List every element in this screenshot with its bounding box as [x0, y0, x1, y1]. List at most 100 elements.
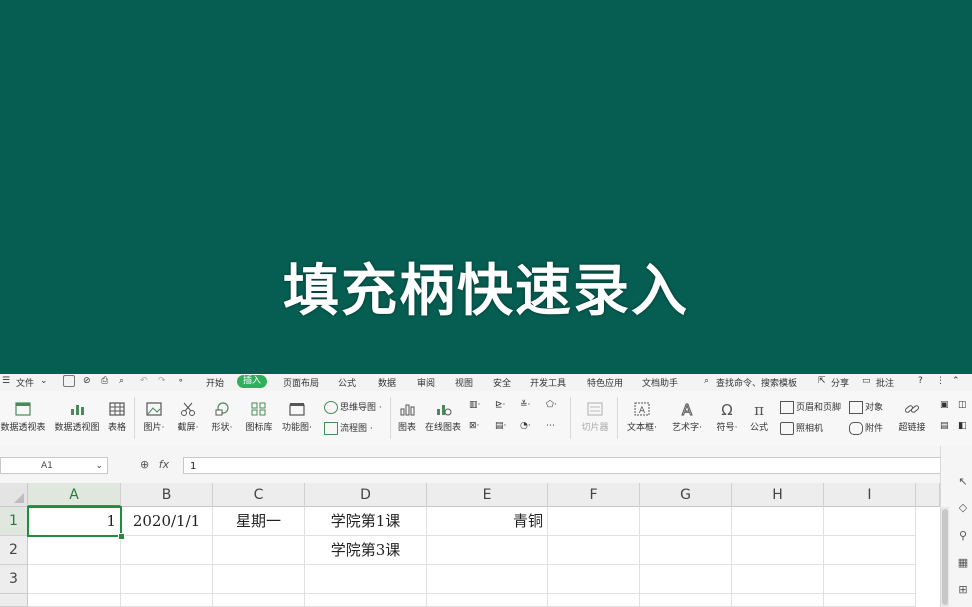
tab-insert[interactable]: 插入: [237, 375, 268, 388]
cell-b2[interactable]: [121, 536, 213, 565]
column-header-d[interactable]: D: [305, 483, 427, 507]
chart-button[interactable]: 图表: [396, 401, 418, 433]
cell-b3[interactable]: [121, 565, 213, 594]
row-header-2[interactable]: 2: [0, 536, 28, 565]
comment-button[interactable]: 批注: [876, 376, 894, 389]
tab-formula[interactable]: 公式: [338, 376, 356, 389]
cell-f3[interactable]: [548, 565, 640, 594]
column-header-g[interactable]: G: [640, 483, 732, 507]
tab-security[interactable]: 安全: [493, 376, 511, 389]
cell-g2[interactable]: [640, 536, 732, 565]
cell-g3[interactable]: [640, 565, 732, 594]
hamburger-icon[interactable]: ☰: [2, 376, 10, 386]
cell-g4[interactable]: [640, 594, 732, 607]
more-icon[interactable]: ∘: [178, 376, 184, 386]
flowchart-button[interactable]: 流程图 ·: [324, 421, 373, 435]
cell-e3[interactable]: [427, 565, 548, 594]
column-header-i[interactable]: I: [824, 483, 916, 507]
icon-library-button[interactable]: 图标库: [244, 401, 274, 433]
cell-h3[interactable]: [732, 565, 824, 594]
bar-group-icon[interactable]: ▤·: [495, 421, 506, 431]
table-button[interactable]: 表格: [106, 401, 128, 433]
command-search[interactable]: 查找命令、搜索模板: [716, 376, 797, 389]
cell-h2[interactable]: [732, 536, 824, 565]
column-header-b[interactable]: B: [121, 483, 213, 507]
attachment-button[interactable]: 附件: [849, 421, 883, 435]
header-footer-button[interactable]: 页眉和页脚: [780, 400, 841, 414]
online-chart-button[interactable]: 在线图表: [423, 401, 463, 433]
cell-c2[interactable]: [213, 536, 305, 565]
picture-button[interactable]: 图片·: [141, 401, 167, 433]
cell-a2[interactable]: [28, 536, 121, 565]
tab-review[interactable]: 审阅: [417, 376, 435, 389]
cell-a3[interactable]: [28, 565, 121, 594]
cell-h1[interactable]: [732, 507, 824, 536]
format-painter-icon[interactable]: ⊘: [83, 376, 91, 386]
cell-i4[interactable]: [824, 594, 916, 607]
fill-handle[interactable]: [118, 533, 125, 540]
cell-f4[interactable]: [548, 594, 640, 607]
cell-b1[interactable]: 2020/1/1: [121, 507, 213, 536]
cell-a4[interactable]: [28, 594, 121, 607]
cell-c3[interactable]: [213, 565, 305, 594]
row-header-3[interactable]: 3: [0, 565, 28, 594]
select-all-corner[interactable]: [0, 483, 28, 507]
formula-input[interactable]: 1: [183, 457, 950, 474]
more-charts-icon[interactable]: ⋯: [546, 421, 555, 431]
mind-map-button[interactable]: 思维导图 ·: [324, 400, 382, 414]
column-header-e[interactable]: E: [427, 483, 548, 507]
panel-icon[interactable]: ◧: [958, 421, 967, 431]
save-icon[interactable]: [63, 375, 75, 387]
cell-c4[interactable]: [213, 594, 305, 607]
collapse-ribbon-icon[interactable]: ⌃: [952, 376, 960, 386]
style-icon[interactable]: ⚲: [957, 530, 969, 542]
frame-icon[interactable]: ◫: [958, 400, 967, 410]
chevron-down-icon[interactable]: ⌄: [40, 376, 48, 386]
column-chart-icon[interactable]: ▥·: [469, 400, 480, 410]
cell-i2[interactable]: [824, 536, 916, 565]
slicer-button[interactable]: 切片器: [578, 401, 612, 433]
cell-e4[interactable]: [427, 594, 548, 607]
formula-button[interactable]: π 公式: [747, 401, 771, 433]
tab-doc-assistant[interactable]: 文档助手: [642, 376, 678, 389]
tab-developer[interactable]: 开发工具: [530, 376, 566, 389]
cell-e2[interactable]: [427, 536, 548, 565]
zoom-icon[interactable]: ⊕: [140, 458, 149, 471]
cell-h4[interactable]: [732, 594, 824, 607]
scrollbar-thumb[interactable]: [942, 509, 948, 605]
column-header-c[interactable]: C: [213, 483, 305, 507]
text-frame-icon[interactable]: ▣: [940, 400, 949, 410]
textbox-button[interactable]: A 文本框·: [622, 401, 662, 433]
cell-c1[interactable]: 星期一: [213, 507, 305, 536]
tab-features[interactable]: 特色应用: [587, 376, 623, 389]
radar-chart-icon[interactable]: ⬠·: [546, 400, 557, 410]
symbol-button[interactable]: Ω 符号·: [712, 401, 742, 433]
vertical-scrollbar[interactable]: [941, 507, 949, 607]
cell-d2[interactable]: 学院第3课: [305, 536, 427, 565]
tab-page-layout[interactable]: 页面布局: [283, 376, 319, 389]
help-button[interactable]: ?: [918, 376, 923, 386]
undo-icon[interactable]: ↶: [140, 376, 148, 386]
cell-a1[interactable]: 1: [28, 507, 121, 536]
cell-i1[interactable]: [824, 507, 916, 536]
print-icon[interactable]: ⎙: [101, 376, 108, 386]
fx-icon[interactable]: fx: [159, 458, 169, 471]
row-header-1[interactable]: 1: [0, 507, 28, 536]
cursor-icon[interactable]: ↖: [957, 476, 969, 488]
screenshot-button[interactable]: 截屏·: [175, 401, 201, 433]
cell-g1[interactable]: [640, 507, 732, 536]
name-box[interactable]: A1 ⌄: [0, 457, 108, 474]
row-header-4[interactable]: [0, 594, 28, 607]
shapes-button[interactable]: 形状·: [209, 401, 235, 433]
redo-icon[interactable]: ↷: [158, 376, 166, 386]
object-button[interactable]: 对象: [849, 400, 883, 414]
wordart-button[interactable]: A 艺术字·: [667, 401, 707, 433]
tab-data[interactable]: 数据: [378, 376, 396, 389]
chevron-down-icon[interactable]: ⌄: [95, 458, 103, 475]
pivot-chart-button[interactable]: 数据透视图: [53, 401, 101, 433]
tab-home[interactable]: 开始: [206, 376, 224, 389]
pie-chart-icon[interactable]: ◔·: [520, 421, 531, 431]
line-chart-icon[interactable]: ⊵·: [495, 400, 505, 410]
function-chart-button[interactable]: 功能图·: [280, 401, 314, 433]
cell-e1[interactable]: 青铜: [427, 507, 548, 536]
